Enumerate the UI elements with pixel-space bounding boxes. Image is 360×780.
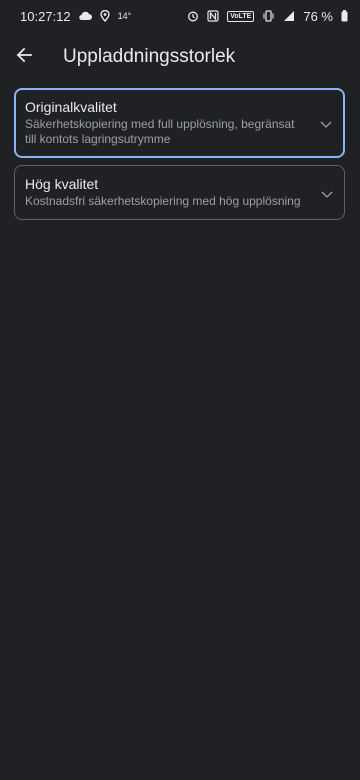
option-title: Originalkvalitet — [25, 99, 117, 115]
option-high-quality[interactable]: Hög kvalitet Kostnadsfri säkerhetskopier… — [14, 165, 345, 220]
option-description: Säkerhetskopiering med full upplösning, … — [25, 117, 295, 146]
cloud-icon — [78, 11, 92, 21]
battery-icon — [341, 10, 348, 22]
volte-badge: VoLTE — [227, 10, 255, 22]
option-title: Hög kvalitet — [25, 176, 99, 192]
vibrate-icon — [262, 10, 275, 22]
page-title: Uppladdningsstorlek — [63, 46, 236, 67]
alarm-icon — [187, 10, 199, 22]
status-time: 10:27:12 — [20, 8, 71, 24]
status-bar: 10:27:12 14° VoLTE 76 % — [0, 0, 360, 32]
back-button[interactable] — [0, 36, 48, 78]
chevron-down-icon — [321, 187, 333, 199]
battery-percent: 76 % — [303, 8, 333, 24]
nfc-icon — [207, 10, 219, 22]
app-bar: Uppladdningsstorlek — [0, 36, 360, 78]
chevron-down-icon — [320, 117, 332, 129]
signal-icon — [283, 10, 295, 22]
status-bar-right: VoLTE 76 % — [187, 9, 348, 24]
status-temperature: 14° — [117, 11, 132, 21]
location-icon — [99, 10, 110, 22]
option-original-quality[interactable]: Originalkvalitet Säkerhetskopiering med … — [14, 88, 345, 158]
arrow-back-icon — [16, 47, 32, 68]
option-description: Kostnadsfri säkerhetskopiering med hög u… — [25, 194, 301, 208]
status-bar-left: 10:27:12 14° — [20, 9, 131, 24]
